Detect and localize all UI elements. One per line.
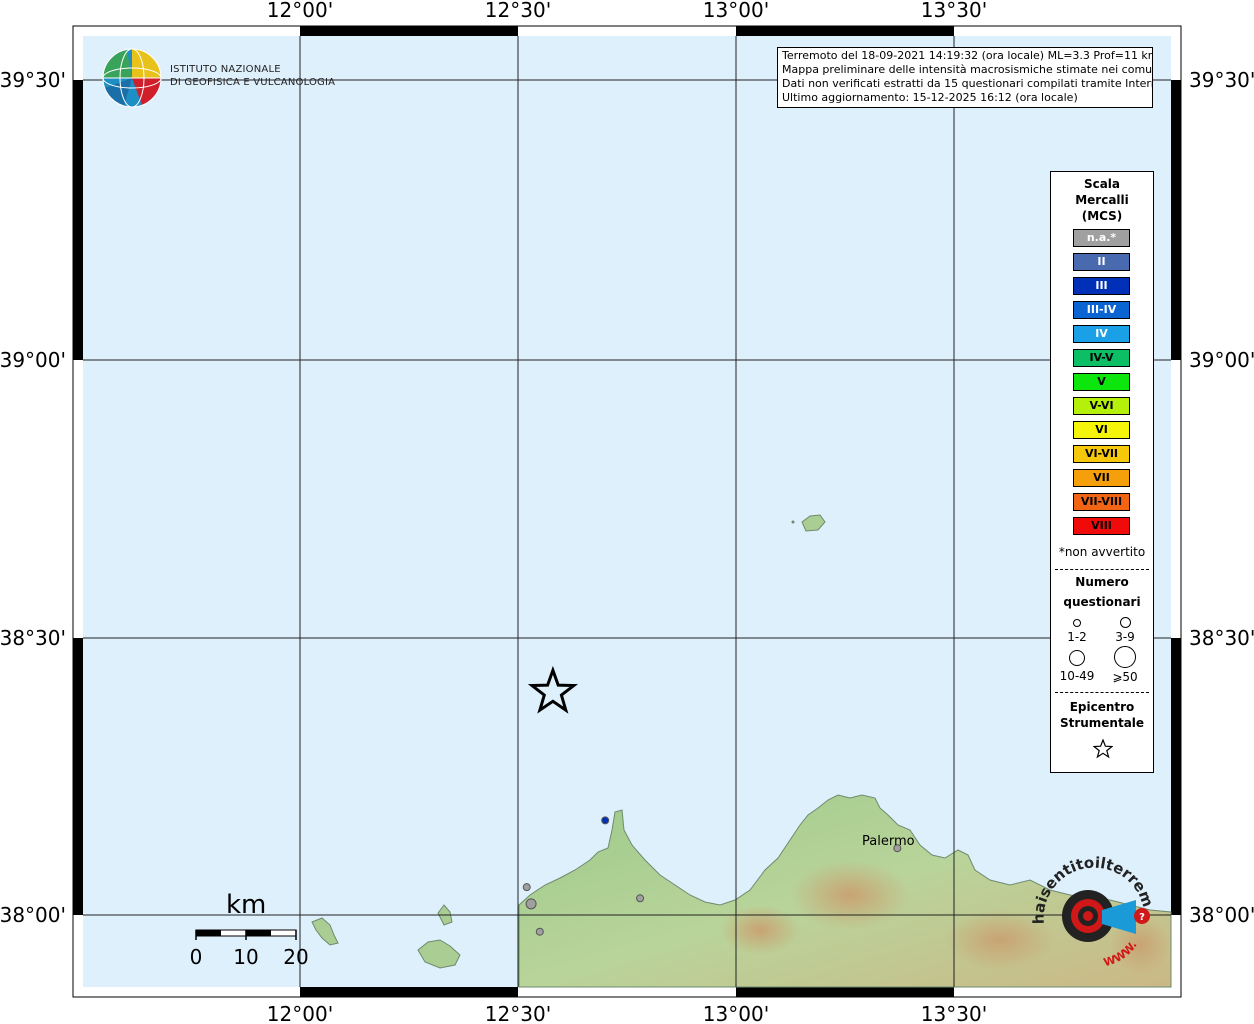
svg-text:?: ? [1139, 912, 1145, 923]
mcs-legend-item: III [1073, 277, 1130, 295]
lon-top-label: 12°00' [267, 0, 333, 22]
scale-tick-label: 10 [233, 945, 259, 969]
mcs-legend-item: VIII [1073, 517, 1130, 535]
watermark-url: WWW. [1102, 939, 1140, 970]
mcs-legend-item: VII [1073, 469, 1130, 487]
mcs-legend-item: IV-V [1073, 349, 1130, 367]
observation-point [636, 894, 645, 903]
mcs-legend-item: n.a.* [1073, 229, 1130, 247]
epicenter-star-icon [1093, 739, 1113, 759]
lon-top-label: 13°00' [703, 0, 769, 22]
legend-title-line: Scala [1083, 177, 1121, 191]
lat-left-label: 39°30' [0, 68, 66, 92]
observation-point [522, 883, 531, 892]
event-info-line: Ultimo aggiornamento: 15-12-2025 16:12 (… [782, 91, 1078, 104]
size-circle-small [1073, 619, 1081, 627]
event-info-box: Terremoto del 18-09-2021 14:19:32 (ora l… [777, 47, 1153, 108]
scale-unit: km [226, 890, 267, 920]
questionnaires-title-line: questionari [1063, 595, 1141, 609]
institute-line2: DI GEOFISICA E VULCANOLOGIA [170, 77, 336, 88]
size-label: 10-49 [1059, 669, 1095, 683]
questionnaires-title-line: Numero [1075, 575, 1129, 589]
haisentito-logo-icon: haisentitoilterremoto.it WWW. ? [1032, 852, 1157, 970]
legend-panel: Scala Mercalli (MCS) n.a.* II III III-IV IV I… [1050, 171, 1154, 773]
scale-tick-label: 20 [283, 945, 309, 969]
mcs-legend-item: III-IV [1073, 301, 1130, 319]
event-info-line: Terremoto del 18-09-2021 14:19:32 (ora l… [782, 49, 1153, 62]
mcs-legend-item: IV [1073, 325, 1130, 343]
lon-top-label: 12°30' [485, 0, 551, 22]
observation-point [535, 927, 544, 936]
place-label-palermo: Palermo [862, 834, 915, 849]
size-circle-medium [1120, 617, 1131, 628]
lon-bottom-label: 12°30' [485, 1002, 551, 1024]
epicenter-title: Epicentro Strumentale [1051, 699, 1153, 731]
observation-point [525, 898, 537, 910]
size-circle-large [1069, 650, 1085, 666]
svg-text:WWW.: WWW. [1102, 939, 1140, 970]
mcs-legend-item: VII-VIII [1073, 493, 1130, 511]
mcs-legend-item: VI [1073, 421, 1130, 439]
event-info-line: Mappa preliminare delle intensità macros… [782, 63, 1153, 76]
mcs-legend-item: VI-VII [1073, 445, 1130, 463]
size-label: ⩾50 [1112, 670, 1138, 684]
ingv-logo-icon [102, 48, 162, 108]
institute-line1: ISTITUTO NAZIONALE [170, 64, 281, 75]
legend-title: Scala Mercalli (MCS) [1051, 176, 1153, 224]
lat-left-label: 39°00' [0, 348, 66, 372]
institute-name: ISTITUTO NAZIONALE DI GEOFISICA E VULCAN… [170, 63, 335, 89]
questionnaires-title: Numero questionari [1051, 572, 1153, 612]
legend-title-line: Mercalli [1075, 193, 1129, 207]
lat-right-label: 38°30' [1189, 626, 1254, 650]
not-felt-note: *non avvertito [1058, 545, 1146, 559]
epicenter-title-line: Strumentale [1059, 716, 1145, 730]
size-circle-xlarge [1114, 646, 1136, 668]
lon-bottom-label: 13°00' [703, 1002, 769, 1024]
epicenter-title-line: Epicentro [1069, 700, 1135, 714]
legend-separator [1055, 569, 1149, 570]
lat-right-label: 39°00' [1189, 348, 1254, 372]
mcs-legend-item: V [1073, 373, 1130, 391]
size-label: 3-9 [1115, 630, 1135, 644]
lon-bottom-label: 12°00' [267, 1002, 333, 1024]
lat-right-label: 38°00' [1189, 903, 1254, 927]
lat-left-label: 38°00' [0, 903, 66, 927]
scale-tick-label: 0 [189, 945, 203, 969]
legend-separator [1055, 692, 1149, 693]
lat-right-label: 39°30' [1189, 68, 1254, 92]
observation-point [601, 816, 610, 825]
lon-bottom-label: 13°30' [921, 1002, 987, 1024]
size-label: 1-2 [1067, 630, 1087, 644]
event-info-line: Dati non verificati estratti da 15 quest… [782, 77, 1153, 90]
legend-title-line: (MCS) [1081, 209, 1123, 223]
lon-top-label: 13°30' [921, 0, 987, 22]
mcs-legend-item: II [1073, 253, 1130, 271]
mcs-legend-item: V-VI [1073, 397, 1130, 415]
lat-left-label: 38°30' [0, 626, 66, 650]
